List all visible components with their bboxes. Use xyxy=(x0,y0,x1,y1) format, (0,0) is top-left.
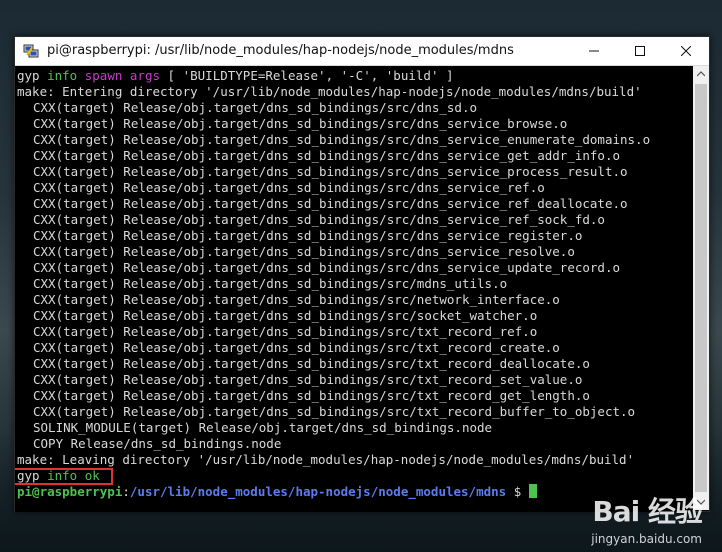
scroll-up-button[interactable] xyxy=(693,66,709,82)
output-line: CXX(target) Release/obj.target/dns_sd_bi… xyxy=(33,196,628,211)
output-line: CXX(target) Release/obj.target/dns_sd_bi… xyxy=(33,116,568,131)
output-line: CXX(target) Release/obj.target/dns_sd_bi… xyxy=(33,100,478,115)
terminal-output[interactable]: gyp info spawn args [ 'BUILDTYPE=Release… xyxy=(15,66,693,512)
close-icon xyxy=(681,46,691,56)
baidu-logo: Bai 经验 xyxy=(592,495,703,528)
output-line: make: Leaving directory '/usr/lib/node_m… xyxy=(17,452,635,467)
output-line: COPY Release/dns_sd_bindings.node xyxy=(33,436,282,451)
close-button[interactable] xyxy=(663,37,709,65)
window-title: pi@raspberrypi: /usr/lib/node_modules/ha… xyxy=(47,43,514,58)
output-line: CXX(target) Release/obj.target/dns_sd_bi… xyxy=(33,388,590,403)
info-label: info xyxy=(47,68,78,83)
spawn-args-label: spawn args xyxy=(84,68,161,83)
output-line: make: Entering directory '/usr/lib/node_… xyxy=(17,84,642,99)
output-line: CXX(target) Release/obj.target/dns_sd_bi… xyxy=(33,308,538,323)
output-line: gyp info spawn args [ 'BUILDTYPE=Release… xyxy=(15,68,693,84)
output-line: CXX(target) Release/obj.target/dns_sd_bi… xyxy=(33,276,508,291)
gyp-label: gyp xyxy=(17,68,48,83)
vertical-scrollbar[interactable] xyxy=(693,66,709,510)
output-line: CXX(target) Release/obj.target/dns_sd_bi… xyxy=(33,244,575,259)
title-bar[interactable]: pi@raspberrypi: /usr/lib/node_modules/ha… xyxy=(15,37,709,66)
output-line: CXX(target) Release/obj.target/dns_sd_bi… xyxy=(33,260,620,275)
output-line: CXX(target) Release/obj.target/dns_sd_bi… xyxy=(33,228,583,243)
prompt-sign: $ xyxy=(506,484,529,499)
build-args: [ 'BUILDTYPE=Release', '-C', 'build' ] xyxy=(160,68,454,83)
output-line: CXX(target) Release/obj.target/dns_sd_bi… xyxy=(33,212,605,227)
minimize-button[interactable] xyxy=(571,37,617,65)
output-line: CXX(target) Release/obj.target/dns_sd_bi… xyxy=(33,372,583,387)
output-line: CXX(target) Release/obj.target/dns_sd_bi… xyxy=(33,180,545,195)
output-line: CXX(target) Release/obj.target/dns_sd_bi… xyxy=(33,356,590,371)
output-line: CXX(target) Release/obj.target/dns_sd_bi… xyxy=(33,132,651,147)
output-line: CXX(target) Release/obj.target/dns_sd_bi… xyxy=(33,164,628,179)
output-line: CXX(target) Release/obj.target/dns_sd_bi… xyxy=(33,292,560,307)
maximize-icon xyxy=(635,46,645,56)
terminal-window[interactable]: pi@raspberrypi: /usr/lib/node_modules/ha… xyxy=(14,36,710,512)
gyp-info-ok-line: gyp info ok xyxy=(15,468,693,485)
output-line: CXX(target) Release/obj.target/dns_sd_bi… xyxy=(33,340,560,355)
prompt-separator: : xyxy=(122,484,130,499)
highlight-box xyxy=(15,468,113,485)
chevron-up-icon xyxy=(697,71,705,77)
output-line: CXX(target) Release/obj.target/dns_sd_bi… xyxy=(33,148,620,163)
prompt-user: pi@raspberrypi xyxy=(17,484,123,499)
output-line: SOLINK_MODULE(target) Release/obj.target… xyxy=(33,420,493,435)
maximize-button[interactable] xyxy=(617,37,663,65)
minimize-icon xyxy=(589,50,599,52)
watermark-url: jingyan.baidu.com xyxy=(591,532,702,546)
prompt-path: /usr/lib/node_modules/hap-nodejs/node_mo… xyxy=(129,484,507,499)
text-cursor[interactable] xyxy=(528,484,537,498)
scrollbar-thumb[interactable] xyxy=(695,84,707,492)
output-line: CXX(target) Release/obj.target/dns_sd_bi… xyxy=(33,404,636,419)
baidu-watermark: Bai 经验 jingyan.baidu.com xyxy=(538,488,708,548)
putty-icon[interactable] xyxy=(23,43,39,59)
output-line: CXX(target) Release/obj.target/dns_sd_bi… xyxy=(33,324,538,339)
